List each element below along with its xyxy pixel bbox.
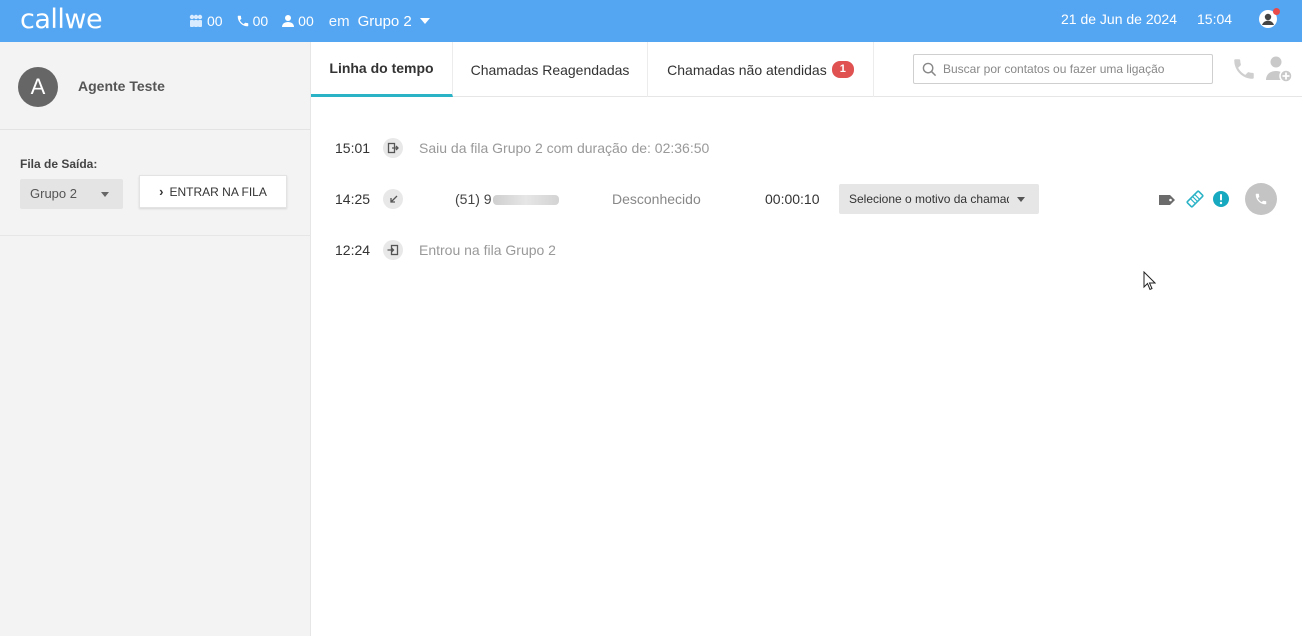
queue-panel: Fila de Saída: Grupo 2 › ENTRAR NA FILA (0, 130, 310, 236)
call-reason-select[interactable]: Selecione o motivo da chamada (839, 184, 1039, 214)
chevron-down-icon (419, 18, 430, 24)
event-time: 12:24 (335, 242, 371, 258)
enter-queue-icon (383, 240, 403, 260)
current-time: 15:04 (1197, 11, 1233, 27)
tag-icon (1159, 195, 1175, 205)
phone-icon (237, 15, 248, 27)
exit-queue-icon (383, 138, 403, 158)
tab-timeline[interactable]: Linha do tempo (311, 42, 453, 97)
tab-label: Linha do tempo (329, 60, 434, 76)
agents-count: 00 (207, 13, 223, 29)
call-reason-value: Selecione o motivo da chamada (849, 192, 1009, 206)
event-time: 15:01 (335, 140, 371, 156)
agent-panel: A Agente Teste (0, 42, 310, 130)
calls-counter: 00 (236, 13, 269, 29)
search-input[interactable] (943, 62, 1203, 76)
tab-rescheduled-calls[interactable]: Chamadas Reagendadas (453, 42, 648, 97)
event-description: Saiu da fila Grupo 2 com duração de: 02:… (419, 140, 710, 156)
caller-number[interactable]: (51) 9 (455, 191, 559, 207)
phone-icon (1255, 193, 1267, 205)
ticket-icon (1186, 190, 1204, 208)
tab-bar: Linha do tempo Chamadas Reagendadas Cham… (311, 42, 1302, 97)
agent-name: Agente Teste (78, 78, 165, 94)
caller-name: Desconhecido (612, 191, 701, 207)
logo: callwe (20, 4, 103, 35)
group-selector[interactable]: Grupo 2 (358, 13, 430, 30)
add-contact-button[interactable] (1265, 54, 1293, 89)
group-icon (189, 14, 203, 27)
chevron-down-icon (1017, 197, 1025, 202)
call-duration: 00:00:10 (765, 191, 820, 207)
search-icon (922, 62, 937, 76)
add-user-icon (1266, 56, 1293, 83)
missed-calls-badge: 1 (831, 61, 854, 78)
incoming-call-icon (383, 189, 403, 209)
sidebar: A Agente Teste Fila de Saída: Grupo 2 › … (0, 42, 311, 636)
tab-label: Chamadas Reagendadas (470, 61, 630, 78)
timeline-item: 12:24 Entrou na fila Grupo 2 (311, 235, 1302, 265)
call-back-button[interactable] (1245, 183, 1277, 215)
group-name: Grupo 2 (357, 12, 412, 30)
tab-missed-calls[interactable]: Chamadas não atendidas 1 (648, 42, 874, 97)
tag-button[interactable] (1158, 193, 1176, 211)
waiting-counter: 00 (281, 13, 314, 29)
ticket-button[interactable] (1186, 190, 1204, 213)
avatar: A (18, 67, 58, 107)
event-time: 14:25 (335, 191, 371, 207)
redacted-digits (492, 195, 559, 206)
event-description: Entrou na fila Grupo 2 (419, 242, 556, 258)
dial-button[interactable] (1231, 56, 1257, 87)
current-date: 21 de Jun de 2024 (1061, 11, 1177, 27)
alert-icon (1213, 191, 1229, 207)
top-bar: callwe 00 00 00 em Grupo 2 21 de Jun de … (0, 0, 1302, 42)
mouse-cursor-icon (1143, 271, 1156, 291)
waiting-count: 00 (298, 13, 314, 29)
tab-label: Chamadas não atendidas (667, 61, 827, 78)
phone-icon (1234, 59, 1254, 79)
status-counters: 00 00 00 em Grupo 2 (188, 0, 430, 42)
alert-button[interactable] (1212, 190, 1230, 213)
caller-number-text: (51) 9 (455, 191, 492, 207)
chevron-down-icon (101, 192, 109, 197)
search-box (913, 54, 1213, 84)
chevron-right-icon: › (159, 184, 164, 199)
queue-select[interactable]: Grupo 2 (20, 179, 123, 209)
in-label: em (328, 12, 350, 30)
user-menu-button[interactable] (1258, 8, 1280, 29)
queue-select-value: Grupo 2 (30, 186, 77, 201)
notification-dot (1273, 8, 1280, 15)
user-icon (282, 15, 295, 27)
calls-count: 00 (252, 13, 269, 29)
enter-queue-button[interactable]: › ENTRAR NA FILA (139, 175, 287, 208)
agents-counter: 00 (188, 13, 223, 29)
queue-label: Fila de Saída: (20, 157, 98, 171)
enter-queue-label: ENTRAR NA FILA (169, 184, 267, 199)
timeline-item: 15:01 Saiu da fila Grupo 2 com duração d… (311, 133, 1302, 163)
timeline-item-call: 14:25 (51) 9 Desconhecido 00:00:10 Selec… (311, 183, 1302, 215)
